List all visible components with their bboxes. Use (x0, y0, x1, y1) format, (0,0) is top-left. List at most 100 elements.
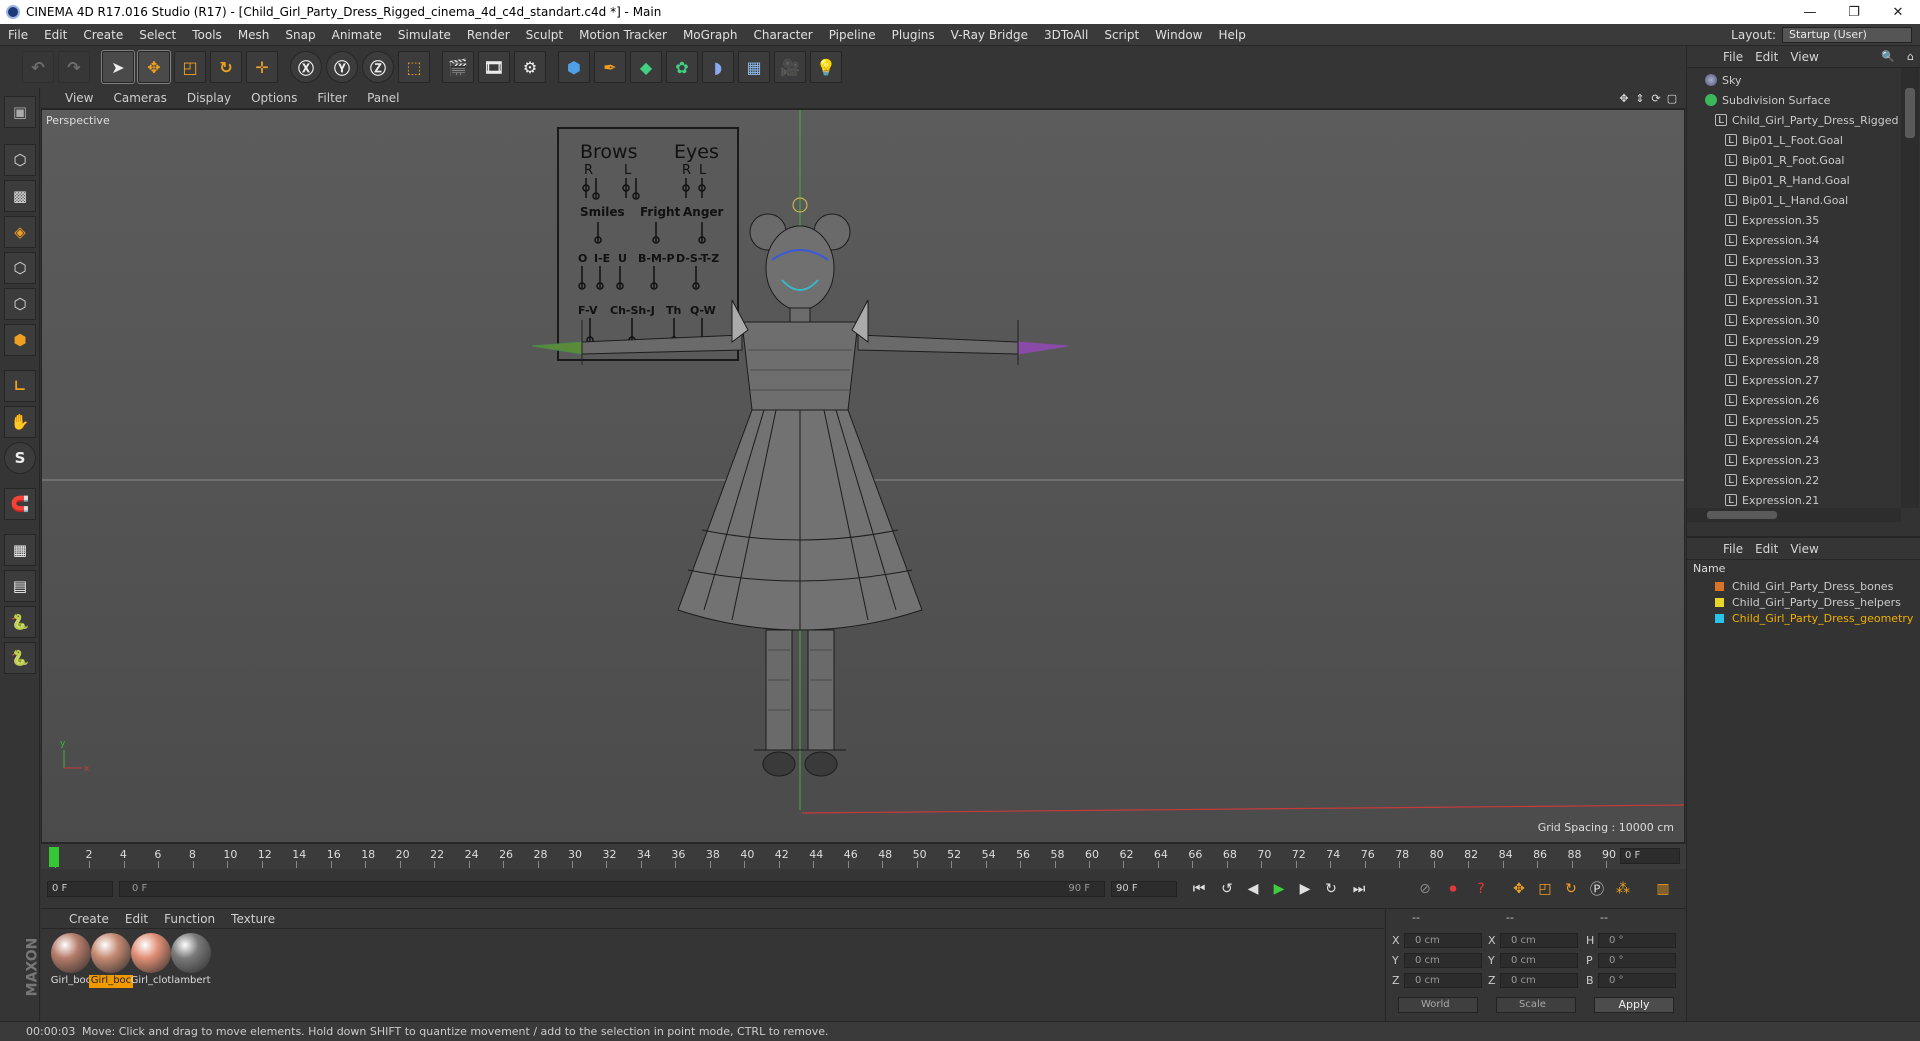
coordinate-system-icon[interactable]: ⬚ (398, 51, 430, 83)
size-x-field[interactable]: 0 cm (1500, 933, 1578, 948)
current-frame-field[interactable]: 0 F (1620, 848, 1680, 864)
obj-home-icon[interactable]: ⌂ (1901, 50, 1920, 63)
redo-icon[interactable]: ↷ (58, 51, 90, 83)
layer-row[interactable]: Child_Girl_Party_Dress_helpers (1687, 594, 1920, 610)
object-tree-item[interactable]: L Expression.21 (1687, 490, 1901, 508)
enable-axis-icon[interactable]: ∟ (4, 370, 36, 402)
object-tree-item[interactable]: L Expression.29 (1687, 330, 1901, 350)
go-to-start-icon[interactable]: ⏮ (1187, 877, 1211, 901)
menu-motion-tracker[interactable]: Motion Tracker (571, 28, 675, 42)
menu-snap[interactable]: Snap (277, 28, 323, 42)
vp-menu-options[interactable]: Options (241, 91, 307, 105)
rotate-tool-icon[interactable]: ↻ (210, 51, 242, 83)
previous-key-icon[interactable]: ↺ (1215, 877, 1239, 901)
material-swatch[interactable]: lambert (169, 933, 213, 988)
menu-simulate[interactable]: Simulate (390, 28, 459, 42)
rotation-b-field[interactable]: 0 ° (1598, 973, 1676, 988)
mat-menu-function[interactable]: Function (156, 912, 223, 926)
obj-menu-view[interactable]: View (1784, 50, 1824, 64)
menu-character[interactable]: Character (745, 28, 820, 42)
model-mode-icon[interactable]: ⬡ (4, 144, 36, 176)
menu-pipeline[interactable]: Pipeline (821, 28, 884, 42)
menu-help[interactable]: Help (1210, 28, 1253, 42)
menu-select[interactable]: Select (131, 28, 184, 42)
obj-menu-file[interactable]: File (1717, 50, 1749, 64)
key-pla-icon[interactable]: ⁂ (1611, 877, 1635, 901)
layer-menu-edit[interactable]: Edit (1749, 542, 1784, 556)
tweak-mode-icon[interactable]: ✋ (4, 406, 36, 438)
coordinate-space-select[interactable]: World (1398, 997, 1478, 1013)
render-settings-icon[interactable]: ⚙ (514, 51, 546, 83)
camera-icon[interactable]: 🎥 (774, 51, 806, 83)
deformer-icon[interactable]: ◗ (702, 51, 734, 83)
layout-select[interactable]: Startup (User) (1782, 26, 1912, 43)
position-z-field[interactable]: 0 cm (1404, 973, 1482, 988)
object-tree-item[interactable]: Sky (1687, 70, 1901, 90)
scale-tool-icon[interactable]: ◰ (174, 51, 206, 83)
cube-primitive-icon[interactable]: ⬢ (558, 51, 590, 83)
object-scrollbar[interactable] (1901, 68, 1919, 508)
timeline-playhead[interactable] (49, 847, 59, 867)
size-y-field[interactable]: 0 cm (1500, 953, 1578, 968)
object-tree-item[interactable]: L Expression.27 (1687, 370, 1901, 390)
end-frame-field[interactable]: 90 F (1111, 881, 1177, 897)
vp-pan-icon[interactable]: ✥ (1616, 92, 1632, 105)
key-scale-icon[interactable]: ◰ (1533, 877, 1557, 901)
key-rotation-icon[interactable]: ↻ (1559, 877, 1583, 901)
object-tree-item[interactable]: L Expression.34 (1687, 230, 1901, 250)
menu-window[interactable]: Window (1147, 28, 1210, 42)
vp-menu-display[interactable]: Display (177, 91, 241, 105)
vp-menu-panel[interactable]: Panel (357, 91, 409, 105)
vp-orbit-icon[interactable]: ⟳ (1648, 92, 1664, 105)
x-axis-lock-icon[interactable]: Ⓧ (290, 51, 322, 83)
layer-menu-view[interactable]: View (1784, 542, 1824, 556)
object-tree-item[interactable]: L Expression.26 (1687, 390, 1901, 410)
points-mode-icon[interactable]: ⬡ (4, 252, 36, 284)
enable-snap-icon[interactable]: 🧲 (4, 488, 36, 520)
edges-mode-icon[interactable]: ⬡ (4, 288, 36, 320)
apply-button[interactable]: Apply (1594, 997, 1674, 1013)
object-tree-item[interactable]: L Expression.32 (1687, 270, 1901, 290)
y-axis-lock-icon[interactable]: Ⓨ (326, 51, 358, 83)
object-tree-item[interactable]: L Bip01_L_Foot.Goal (1687, 130, 1901, 150)
object-tree-item[interactable]: L Expression.25 (1687, 410, 1901, 430)
object-tree-item[interactable]: L Expression.24 (1687, 430, 1901, 450)
mat-menu-create[interactable]: Create (61, 912, 117, 926)
workplane-mode-icon[interactable]: ◈ (4, 216, 36, 248)
timeline-ruler[interactable]: 0246810121416182022242628303234363840424… (41, 843, 1686, 869)
mat-menu-edit[interactable]: Edit (117, 912, 156, 926)
play-icon[interactable]: ▶ (1267, 877, 1291, 901)
menu-plugins[interactable]: Plugins (884, 28, 943, 42)
menu-file[interactable]: File (0, 28, 36, 42)
next-frame-icon[interactable]: ▶ (1293, 877, 1317, 901)
object-tree-item[interactable]: Subdivision Surface (1687, 90, 1901, 110)
start-frame-field[interactable]: 0 F (47, 881, 113, 897)
material-swatch[interactable]: Girl_boc (89, 933, 133, 988)
render-view-icon[interactable]: 🎬 (442, 51, 474, 83)
material-swatch[interactable]: Girl_clot (129, 933, 173, 988)
spline-pen-icon[interactable]: ✒ (594, 51, 626, 83)
timeline-window-icon[interactable]: ▥ (1651, 877, 1675, 901)
floor-icon[interactable]: ▦ (738, 51, 770, 83)
light-icon[interactable]: 💡 (810, 51, 842, 83)
menu-create[interactable]: Create (75, 28, 131, 42)
range-slider[interactable]: 0 F 90 F (119, 881, 1105, 897)
object-h-scrollbar[interactable] (1687, 508, 1901, 522)
object-tree-item[interactable]: L Expression.33 (1687, 250, 1901, 270)
vp-dolly-icon[interactable]: ⇕ (1632, 92, 1648, 105)
nurbs-icon[interactable]: ◆ (630, 51, 662, 83)
next-key-icon[interactable]: ↻ (1319, 877, 1343, 901)
object-tree-item[interactable]: L Expression.28 (1687, 350, 1901, 370)
vp-menu-view[interactable]: View (41, 91, 103, 105)
undo-icon[interactable]: ↶ (22, 51, 54, 83)
workplane-lock-icon[interactable]: ▦ (4, 534, 36, 566)
python-script-icon[interactable]: 🐍 (4, 606, 36, 638)
record-position-icon[interactable]: ⊘ (1413, 877, 1437, 901)
array-icon[interactable]: ✿ (666, 51, 698, 83)
planar-workplane-icon[interactable]: ▤ (4, 570, 36, 602)
material-swatch[interactable]: Girl_boc (49, 933, 93, 988)
object-tree-item[interactable]: L Expression.35 (1687, 210, 1901, 230)
menu-edit[interactable]: Edit (36, 28, 75, 42)
go-to-end-icon[interactable]: ⏭ (1347, 877, 1371, 901)
minimize-button[interactable]: — (1788, 0, 1832, 24)
